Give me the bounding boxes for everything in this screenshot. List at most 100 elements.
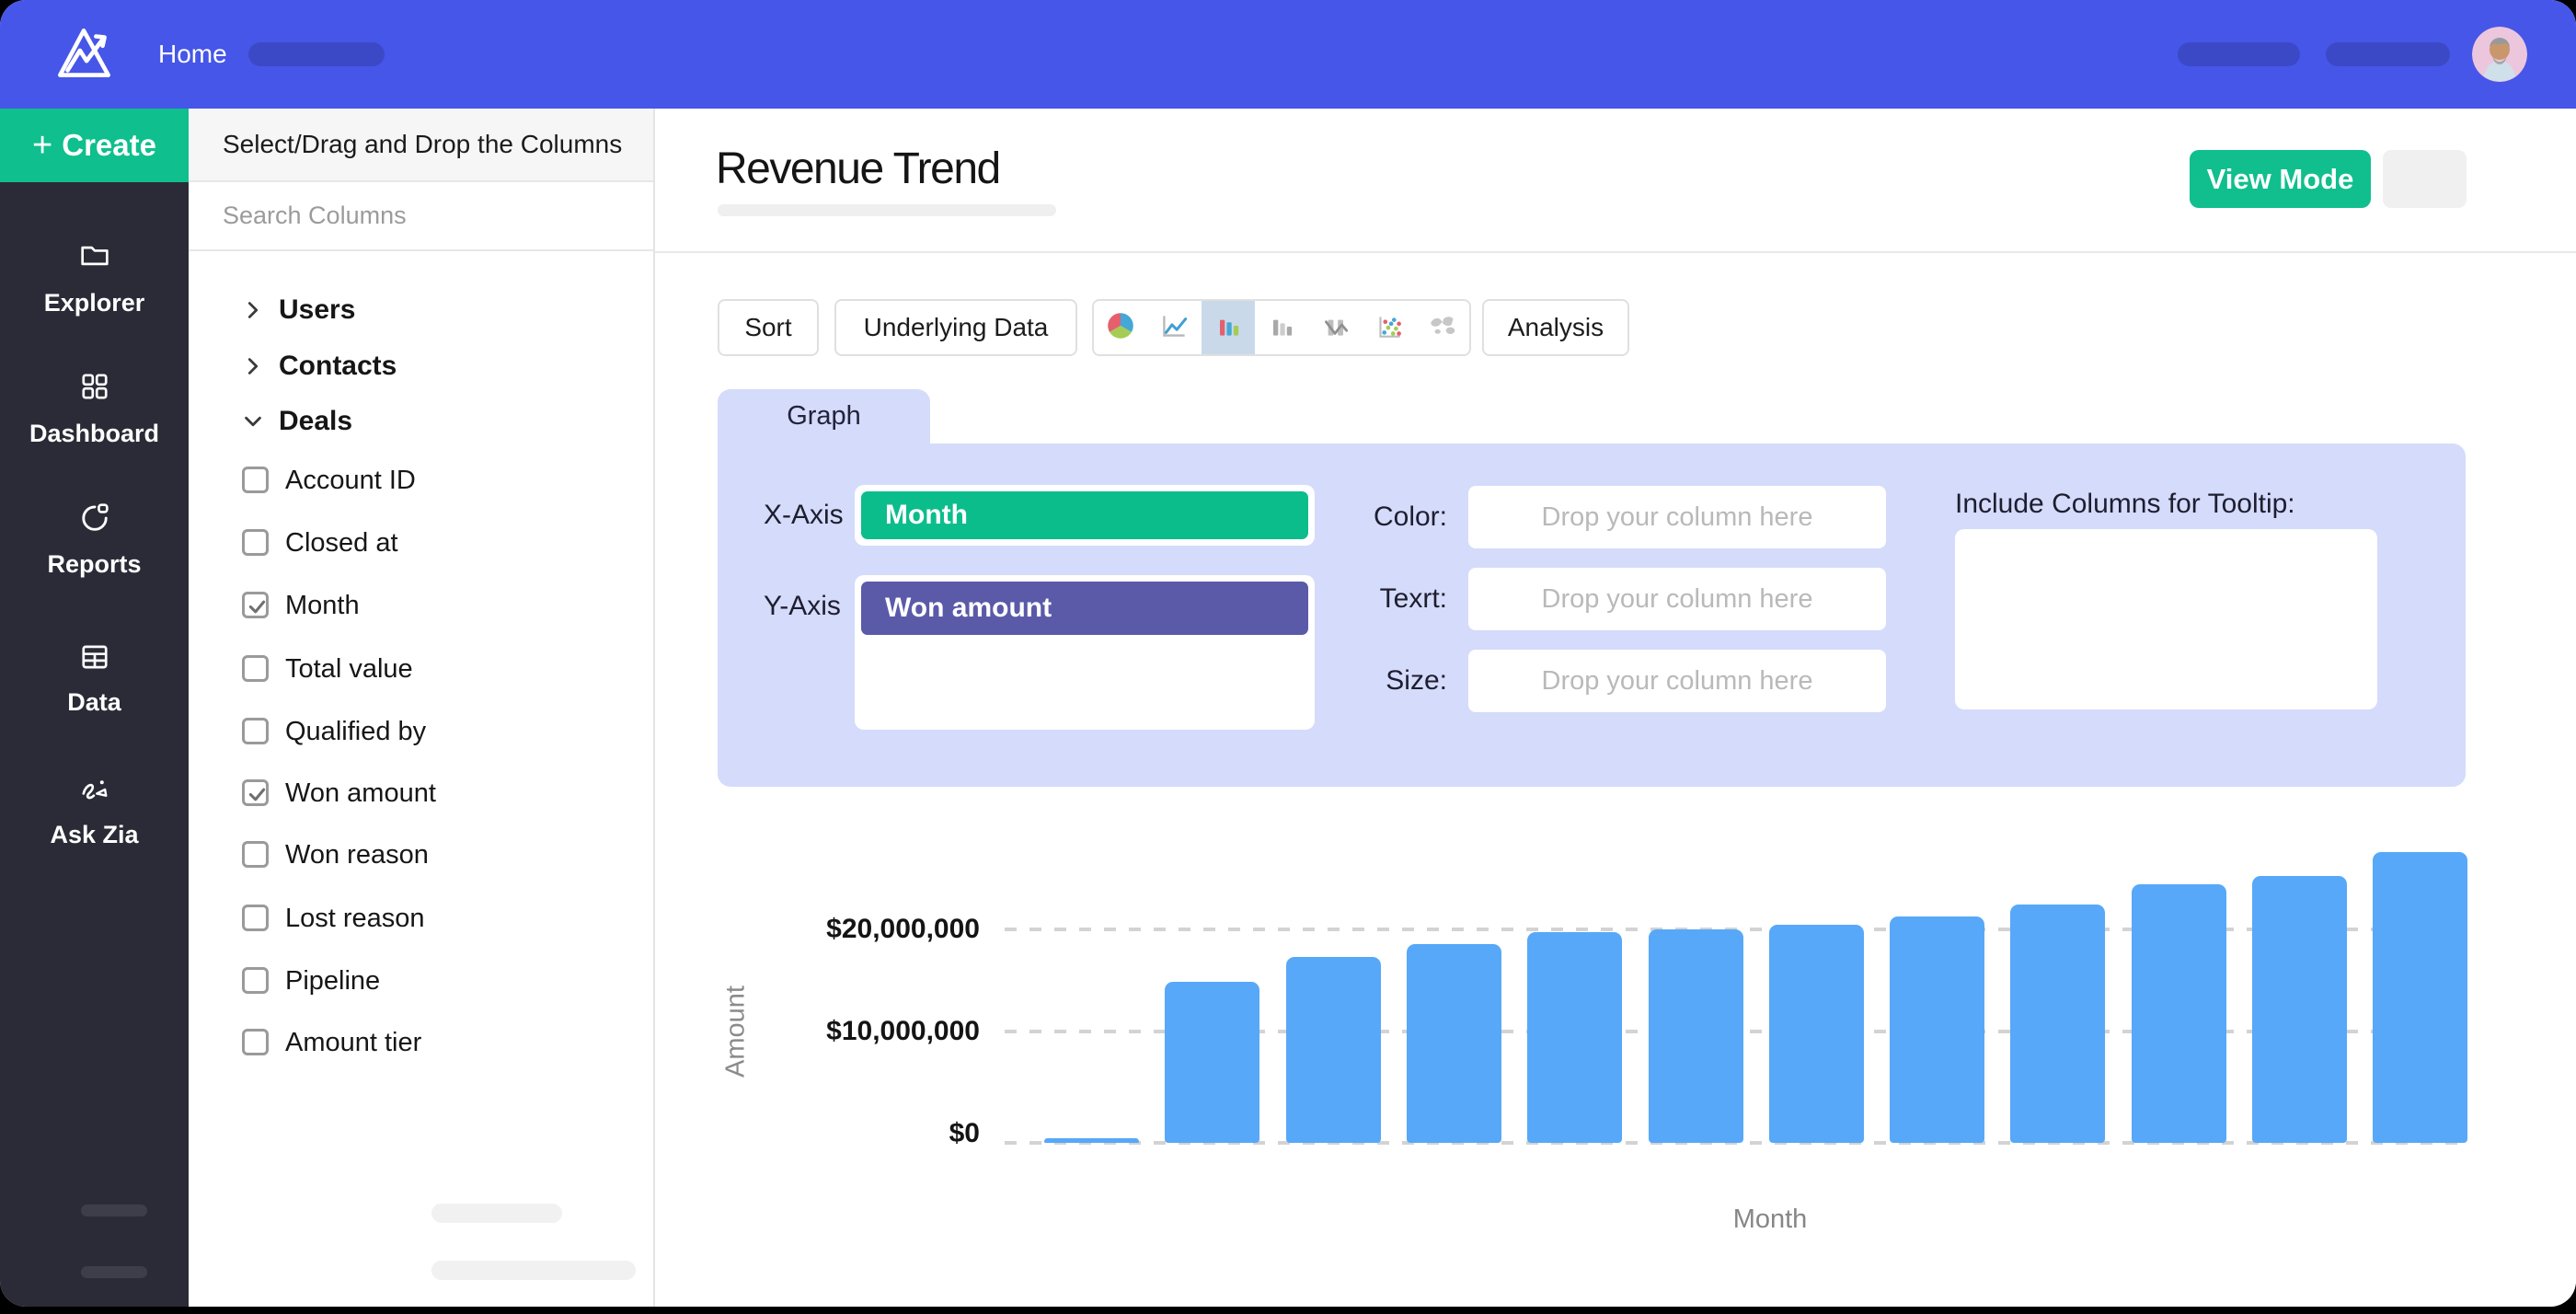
bar-month-6[interactable]	[1649, 929, 1743, 1143]
tree-field-pipeline[interactable]: Pipeline	[189, 962, 653, 999]
checkbox-amount-tier[interactable]	[242, 1029, 269, 1055]
tab-graph[interactable]: Graph	[718, 389, 930, 444]
tree-field-account-id[interactable]: Account ID	[189, 462, 653, 499]
chart-type-combo-chart-icon[interactable]	[1308, 301, 1362, 354]
y-axis-label: Y-Axis	[764, 591, 841, 622]
analytics-logo-icon[interactable]	[48, 18, 120, 90]
left-rail: + Create Explorer Dashboard Reports Data Ask…	[0, 109, 189, 1307]
text-dropzone[interactable]: Drop your column here	[1468, 568, 1886, 630]
checkbox-closed-at[interactable]	[242, 529, 269, 556]
bar-month-9[interactable]	[2010, 905, 2105, 1143]
dashboard-icon	[0, 368, 189, 405]
chart-type-scatter-plot-icon[interactable]	[1362, 301, 1415, 354]
bar-month-12[interactable]	[2373, 852, 2467, 1143]
tooltip-columns-dropzone[interactable]	[1955, 529, 2377, 709]
topbar-placeholder-pill	[2178, 42, 2300, 66]
checkbox-account-id[interactable]	[242, 467, 269, 493]
tree-field-label: Won amount	[285, 775, 436, 812]
tree-field-lost-reason[interactable]: Lost reason	[189, 900, 653, 937]
view-mode-button[interactable]: View Mode	[2190, 150, 2371, 208]
bar-series	[1044, 839, 2496, 1143]
columns-panel-title: Select/Drag and Drop the Columns	[189, 109, 653, 182]
header-extra-button[interactable]	[2383, 150, 2467, 208]
chevron-down-icon[interactable]	[241, 409, 265, 433]
rail-placeholder-pill	[81, 1204, 147, 1216]
bar-month-2[interactable]	[1165, 982, 1259, 1143]
sidebar-item-data[interactable]: Data	[0, 639, 189, 717]
sidebar-item-reports[interactable]: Reports	[0, 499, 189, 579]
tree-field-label: Amount tier	[285, 1024, 421, 1061]
tooltip-columns-label: Include Columns for Tooltip:	[1955, 489, 2295, 520]
sidebar-item-ask-zia[interactable]: Ask Zia	[0, 771, 189, 849]
x-axis-chip-month[interactable]: Month	[861, 491, 1308, 539]
bar-month-5[interactable]	[1527, 932, 1622, 1143]
tree-field-won-amount[interactable]: Won amount	[189, 775, 653, 812]
tree-group-users[interactable]: Users	[189, 292, 653, 328]
bar-month-11[interactable]	[2252, 876, 2347, 1143]
y-tick-label: $0	[765, 1117, 980, 1150]
analysis-button[interactable]: Analysis	[1482, 299, 1629, 356]
nav-home[interactable]: Home	[158, 0, 227, 109]
create-button[interactable]: + Create	[0, 109, 189, 182]
chart-type-pie-chart-icon[interactable]	[1094, 301, 1147, 354]
underlying-data-button[interactable]: Underlying Data	[834, 299, 1077, 356]
chart-y-axis-title: Amount	[721, 986, 752, 1078]
x-axis-dropzone[interactable]: Month	[855, 485, 1315, 546]
checkbox-qualified-by[interactable]	[242, 718, 269, 744]
tree-field-qualified-by[interactable]: Qualified by	[189, 713, 653, 750]
bar-month-4[interactable]	[1407, 944, 1501, 1143]
chevron-right-icon[interactable]	[241, 354, 265, 378]
panel-placeholder-pill	[431, 1261, 636, 1280]
y-tick-label: $20,000,000	[765, 913, 980, 946]
columns-panel: Select/Drag and Drop the Columns Users Co…	[189, 109, 655, 1307]
tree-field-label: Won reason	[285, 836, 429, 873]
checkbox-won-reason[interactable]	[242, 841, 269, 868]
bar-month-1[interactable]	[1044, 1138, 1139, 1143]
pie-chart-icon	[1104, 309, 1137, 347]
sidebar-item-explorer[interactable]: Explorer	[0, 237, 189, 317]
page-title: Revenue Trend	[716, 144, 1000, 194]
checkbox-total-value[interactable]	[242, 655, 269, 682]
tree-field-label: Qualified by	[285, 713, 426, 750]
sidebar-item-label: Data	[0, 688, 189, 717]
sidebar-item-dashboard[interactable]: Dashboard	[0, 368, 189, 448]
bar-month-7[interactable]	[1769, 925, 1864, 1143]
create-button-label: Create	[62, 128, 156, 163]
tree-field-total-value[interactable]: Total value	[189, 651, 653, 687]
tree-field-closed-at[interactable]: Closed at	[189, 524, 653, 561]
bar-month-3[interactable]	[1286, 957, 1381, 1143]
checkbox-lost-reason[interactable]	[242, 905, 269, 931]
header-divider	[655, 251, 2576, 253]
tree-group-contacts[interactable]: Contacts	[189, 348, 653, 385]
chart-type-bar-chart-alt-icon[interactable]	[1255, 301, 1308, 354]
chart-type-bar-chart-icon-selected[interactable]	[1202, 301, 1255, 354]
combo-chart-icon	[1318, 309, 1351, 347]
chevron-right-icon[interactable]	[241, 298, 265, 322]
bar-month-10[interactable]	[2132, 884, 2226, 1143]
chart-type-switcher	[1092, 299, 1471, 356]
y-axis-dropzone[interactable]: Won amount	[855, 575, 1315, 730]
bar-chart-icon	[1212, 309, 1245, 347]
chart-type-line-chart-icon[interactable]	[1147, 301, 1201, 354]
plus-icon: +	[32, 128, 52, 163]
tree-field-amount-tier[interactable]: Amount tier	[189, 1024, 653, 1061]
bar-month-8[interactable]	[1890, 916, 1984, 1143]
color-dropzone[interactable]: Drop your column here	[1468, 486, 1886, 548]
sort-button[interactable]: Sort	[718, 299, 819, 356]
avatar[interactable]	[2472, 27, 2527, 82]
search-columns-input[interactable]	[189, 182, 653, 251]
x-axis-label: X-Axis	[764, 500, 844, 531]
tree-field-won-reason[interactable]: Won reason	[189, 836, 653, 873]
topbar-placeholder-pill	[248, 42, 385, 66]
checkbox-won-amount[interactable]	[242, 779, 269, 806]
chart-type-map-chart-icon[interactable]	[1416, 301, 1469, 354]
checkbox-pipeline[interactable]	[242, 967, 269, 994]
topbar-placeholder-pill	[2326, 42, 2450, 66]
y-axis-chip-won-amount[interactable]: Won amount	[861, 582, 1308, 635]
checkbox-month[interactable]	[242, 592, 269, 618]
tree-group-deals[interactable]: Deals	[189, 403, 653, 440]
size-dropzone[interactable]: Drop your column here	[1468, 650, 1886, 712]
zia-icon	[0, 771, 189, 808]
panel-placeholder-pill	[431, 1204, 562, 1223]
tree-field-month[interactable]: Month	[189, 587, 653, 624]
